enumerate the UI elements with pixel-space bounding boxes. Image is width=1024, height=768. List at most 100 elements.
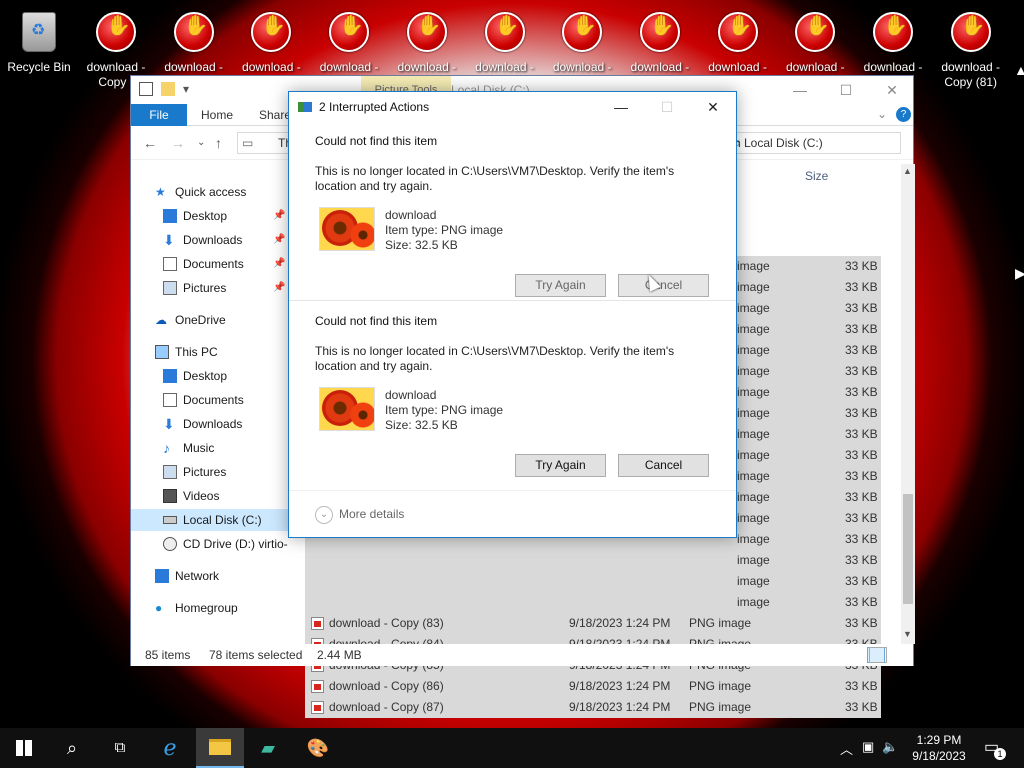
nav-pc-downloads[interactable]: ⬇ Downloads [131,413,303,435]
desktop-icon-label: download - [630,60,690,74]
file-explorer-taskbar-button[interactable] [196,728,244,768]
nav-quick-access[interactable]: ★ Quick access [131,181,303,203]
cell-type: image [737,301,770,315]
cell-size: 33 KB [845,448,878,462]
cell-type: image [737,490,770,504]
close-icon[interactable]: ✕ [690,95,736,119]
nav-homegroup[interactable]: ● Homegroup [131,597,303,619]
cell-date: 9/18/2023 1:24 PM [569,700,671,714]
desktop-icon-download[interactable]: download - [622,8,698,75]
computer-icon: ▭ [242,136,254,150]
desktop-icon-download[interactable]: download - [156,8,232,75]
tab-home[interactable]: Home [201,108,233,122]
desktop-icon-download[interactable]: download - [777,8,853,75]
help-icon[interactable]: ? [896,107,911,122]
table-row[interactable]: download - Copy (87) 9/18/2023 1:24 PM PNG… [305,697,881,718]
desktop-icon-download[interactable]: download - [389,8,465,75]
nav-network[interactable]: Network [131,565,303,587]
table-row[interactable]: image 33 KB [305,592,881,613]
network-tray-icon[interactable]: ▣ [862,739,874,755]
more-details-toggle[interactable]: ⌄ More details [315,506,404,524]
properties-icon[interactable] [139,82,153,96]
large-icons-view-icon[interactable] [869,647,887,663]
stop-hand-icon [950,12,991,52]
cell-size: 33 KB [845,532,878,546]
back-arrow-icon[interactable]: ← [143,135,157,151]
windows-logo-icon [16,740,32,756]
nav-qa-desktop[interactable]: Desktop 📌 [131,205,303,227]
desktop-icon-label: download - [319,60,379,74]
desktop-icon-download[interactable]: download -Copy (81) [933,8,1009,90]
nav-pc-documents[interactable]: Documents [131,389,303,411]
selected-size: 2.44 MB [317,648,362,662]
file-thumbnail[interactable] [319,387,375,431]
desktop-icon-label: download - [863,60,923,74]
media-app-icon[interactable]: ▰ [244,728,292,768]
forward-arrow-icon[interactable]: → [171,135,185,151]
tab-file[interactable]: File [131,104,187,126]
nav-pc-pictures[interactable]: Pictures [131,461,303,483]
table-row[interactable]: image 33 KB [305,550,881,571]
section-message: This is no longer located in C:\Users\VM… [315,344,675,373]
nav-local-disk[interactable]: Local Disk (C:) [131,509,303,531]
cell-type: image [737,574,770,588]
paint-icon[interactable]: 🎨 [294,728,342,768]
table-row[interactable]: image 33 KB [305,571,881,592]
minimize-icon[interactable]: — [598,95,644,119]
scroll-down-icon[interactable]: ▼ [903,629,912,639]
task-view-icon[interactable]: ⧉ [96,728,144,768]
desktop-icon-download[interactable]: download - [233,8,309,75]
maximize-icon[interactable]: ☐ [823,76,869,104]
desktop-icon [163,209,177,223]
videos-icon [163,489,177,503]
flower-icon [350,402,374,428]
close-icon[interactable]: ✕ [869,76,915,104]
vertical-scrollbar[interactable]: ▲ ▼ [901,164,915,644]
nav-onedrive[interactable]: ☁ OneDrive [131,309,303,331]
new-folder-icon[interactable] [161,82,175,96]
nav-pc-desktop[interactable]: Desktop [131,365,303,387]
file-name: download [385,208,437,222]
nav-qa-pictures[interactable]: Pictures 📌 [131,277,303,299]
nav-pc-videos[interactable]: Videos [131,485,303,507]
cell-type: image [737,364,770,378]
pictures-icon [163,281,177,295]
start-button[interactable] [0,728,48,768]
stop-hand-icon [484,12,525,52]
clock[interactable]: 1:29 PM 9/18/2023 [904,732,974,764]
nav-this-pc[interactable]: This PC [131,341,303,363]
nav-cd-drive[interactable]: CD Drive (D:) virtio- [131,533,303,555]
tab-share[interactable]: Share [259,108,291,122]
search-icon[interactable]: ⌕ [48,728,96,768]
cell-type: image [737,343,770,357]
minimize-icon[interactable]: — [777,76,823,104]
cell-type: image [737,406,770,420]
desktop-icon-download[interactable]: download - [467,8,543,75]
qat-dropdown-icon[interactable]: ▾ [183,82,193,96]
file-thumbnail[interactable] [319,207,375,251]
internet-explorer-icon[interactable]: ℯ [146,728,194,768]
recent-locations-icon[interactable]: ⌄ [197,137,205,148]
cancel-button[interactable]: Cancel [618,454,709,477]
ribbon-collapse-icon[interactable]: ⌄ [877,107,887,121]
table-row[interactable]: download - Copy (86) 9/18/2023 1:24 PM PNG… [305,676,881,697]
up-arrow-icon[interactable]: ↑ [215,135,222,151]
scroll-up-icon[interactable]: ▲ [903,166,912,176]
scrollbar-thumb[interactable] [903,494,913,604]
desktop-icon-recycle-bin[interactable]: Recycle Bin [1,8,77,75]
desktop-icon-download[interactable]: download - [700,8,776,75]
nav-qa-documents[interactable]: Documents 📌 [131,253,303,275]
table-row[interactable]: download - Copy (83) 9/18/2023 1:24 PM PNG… [305,613,881,634]
nav-qa-downloads[interactable]: ⬇ Downloads 📌 [131,229,303,251]
desktop-icon-download[interactable]: download - [311,8,387,75]
desktop-icon-download[interactable]: download - [544,8,620,75]
cell-size: 33 KB [845,322,878,336]
volume-icon[interactable]: 🔈 [882,739,898,755]
cell-type: image [737,385,770,399]
nav-pc-music[interactable]: ♪ Music [131,437,303,459]
quick-access-toolbar: ▾ [139,82,193,96]
show-hidden-icons-icon[interactable]: ︿ [840,739,853,758]
try-again-button[interactable]: Try Again [515,454,606,477]
try-again-button[interactable]: Try Again [515,274,606,297]
cancel-button[interactable]: Cancel [618,274,709,297]
